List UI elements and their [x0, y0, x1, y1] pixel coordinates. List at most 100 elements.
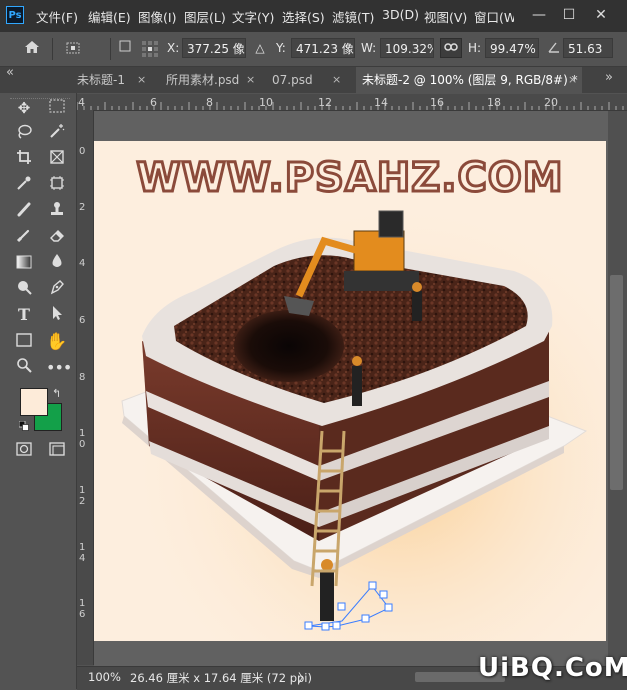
reference-point-icon[interactable]	[62, 40, 84, 60]
close-tab-icon[interactable]: ×	[332, 67, 341, 93]
menu-window[interactable]: 窗口(W	[474, 7, 514, 26]
close-tab-icon[interactable]: ×	[568, 67, 577, 93]
magic-wand-icon[interactable]	[46, 123, 68, 145]
x-label: X:	[167, 41, 180, 55]
relative-position-icon[interactable]: △	[252, 41, 268, 55]
y-label: Y:	[276, 41, 286, 55]
zoom-tool-icon[interactable]	[13, 357, 35, 379]
ruler-label: 10	[259, 96, 273, 109]
minimize-button[interactable]: —	[528, 4, 550, 26]
path-selection-icon[interactable]	[46, 305, 68, 327]
cake-artwork	[94, 141, 606, 641]
gradient-tool-icon[interactable]	[13, 253, 35, 275]
ruler-label: 0	[79, 146, 86, 157]
collapse-panels-icon[interactable]: «	[6, 65, 14, 80]
photoshop-logo: Ps	[6, 6, 24, 24]
swap-colors-icon[interactable]: ↰	[52, 387, 61, 400]
ruler-label: 14	[374, 96, 388, 109]
tab-label: 07.psd	[272, 73, 313, 87]
ruler-label: 6	[150, 96, 157, 109]
vertical-ruler[interactable]	[77, 110, 94, 665]
tab-overflow-icon[interactable]: »	[605, 70, 613, 85]
type-tool-icon[interactable]: T	[13, 305, 35, 327]
ruler-label: 20	[544, 96, 558, 109]
tab-label: 未标题-2 @ 100% (图层 9, RGB/8#) *	[362, 73, 578, 87]
ruler-label: 6	[79, 315, 86, 326]
blur-tool-icon[interactable]	[46, 253, 68, 275]
ruler-label: 2	[79, 202, 86, 213]
ruler-label: 8	[79, 372, 86, 383]
ruler-label: 1 2	[79, 485, 86, 507]
lasso-tool-icon[interactable]	[13, 123, 35, 145]
eyedropper-tool-icon[interactable]	[13, 175, 35, 197]
screen-mode-icon[interactable]	[46, 440, 68, 462]
y-field[interactable]: 471.23 像素	[291, 38, 355, 58]
options-separator	[110, 38, 111, 60]
menu-image[interactable]: 图像(I)	[138, 7, 176, 26]
close-tab-icon[interactable]: ×	[137, 67, 146, 93]
rotate-angle-icon	[546, 40, 562, 58]
dodge-tool-icon[interactable]	[13, 279, 35, 301]
menu-filter[interactable]: 滤镜(T)	[332, 7, 374, 26]
ruler-label: 18	[487, 96, 501, 109]
ruler-label: 4	[78, 96, 85, 109]
eraser-tool-icon[interactable]	[46, 227, 68, 249]
angle-field[interactable]: 51.63	[563, 38, 613, 58]
reference-grid-icon[interactable]	[140, 40, 160, 62]
quick-mask-icon[interactable]	[13, 440, 35, 462]
default-colors-icon[interactable]	[18, 420, 29, 434]
tab-07-psd[interactable]: 07.psd ×	[266, 67, 348, 93]
close-tab-icon[interactable]: ×	[246, 67, 255, 93]
tab-materials-psd[interactable]: 所用素材.psd ×	[160, 67, 260, 93]
menu-type[interactable]: 文字(Y)	[232, 7, 274, 26]
clone-stamp-icon[interactable]	[46, 201, 68, 223]
hand-tool-icon[interactable]: ✋	[46, 331, 68, 353]
height-field[interactable]: 99.47%	[485, 38, 539, 58]
status-menu-arrow-icon[interactable]: 〉	[298, 670, 310, 686]
tab-untitled-1[interactable]: 未标题-1 ×	[77, 67, 157, 93]
menu-file[interactable]: 文件(F)	[36, 7, 78, 26]
canvas-headline-text: WWW.PSAHZ.COM	[135, 154, 564, 203]
watermark: UiBQ.CoM	[478, 653, 627, 683]
foreground-color-swatch[interactable]	[20, 388, 48, 416]
tab-untitled-2-active[interactable]: 未标题-2 @ 100% (图层 9, RGB/8#) * ×	[356, 67, 582, 93]
frame-3d-icon[interactable]	[46, 175, 68, 197]
tab-label: 未标题-1	[77, 73, 125, 87]
h-label: H:	[468, 41, 482, 55]
rectangle-tool-icon[interactable]	[13, 331, 35, 353]
ruler-label: 1 4	[79, 542, 86, 564]
link-icon[interactable]	[440, 38, 462, 58]
menu-3d[interactable]: 3D(D)	[382, 7, 419, 22]
menu-select[interactable]: 选择(S)	[282, 7, 325, 26]
healing-brush-icon[interactable]	[13, 201, 35, 223]
width-field[interactable]: 109.32%	[380, 38, 434, 58]
x-field[interactable]: 377.25 像素	[182, 38, 246, 58]
document-canvas[interactable]: WWW.PSAHZ.COM	[94, 141, 606, 641]
menu-layer[interactable]: 图层(L)	[184, 7, 226, 26]
checkbox-icon[interactable]	[118, 40, 132, 56]
ruler-label: 16	[430, 96, 444, 109]
menu-view[interactable]: 视图(V)	[424, 7, 467, 26]
crop-tool-icon[interactable]	[13, 149, 35, 171]
document-size: 26.46 厘米 x 17.64 厘米 (72 ppi)	[130, 671, 312, 685]
frame-tool-icon[interactable]	[46, 149, 68, 171]
options-separator	[52, 38, 53, 60]
ruler-label: 1 0	[79, 428, 86, 450]
vertical-scroll-thumb[interactable]	[610, 275, 623, 490]
ruler-label: 12	[318, 96, 332, 109]
brush-tool-icon[interactable]	[13, 227, 35, 249]
close-window-button[interactable]: ✕	[590, 4, 612, 26]
zoom-level[interactable]: 100%	[88, 670, 121, 684]
ruler-label: 4	[79, 258, 86, 269]
menu-edit[interactable]: 编辑(E)	[88, 7, 131, 26]
maximize-button[interactable]: ☐	[558, 4, 580, 26]
pen-tool-icon[interactable]	[46, 279, 68, 301]
w-label: W:	[361, 41, 377, 55]
ruler-label: 1 6	[79, 598, 86, 620]
move-tool-icon[interactable]: ✥	[13, 97, 35, 119]
ruler-label: 8	[206, 96, 213, 109]
marquee-tool-icon[interactable]	[46, 97, 68, 119]
tab-label: 所用素材.psd	[166, 73, 240, 87]
home-icon[interactable]	[22, 40, 42, 58]
more-tools-icon[interactable]: •••	[46, 357, 72, 379]
